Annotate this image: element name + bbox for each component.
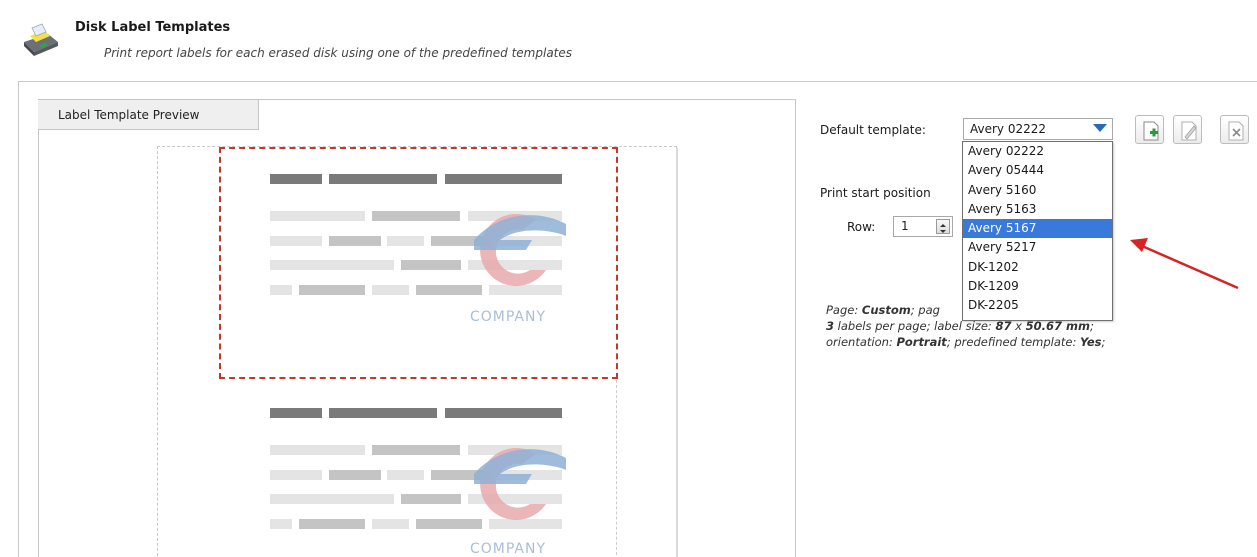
- label-line: [270, 494, 394, 504]
- label-line: [372, 445, 460, 455]
- label-line: [416, 285, 482, 295]
- label-line: [270, 470, 322, 480]
- edit-template-icon: [1181, 121, 1197, 141]
- label-line: [329, 408, 437, 418]
- label-line: [270, 519, 292, 529]
- row-stepper[interactable]: 1: [893, 216, 953, 237]
- default-template-select[interactable]: Avery 02222: [963, 118, 1113, 140]
- label-line: [489, 519, 562, 529]
- default-template-label: Default template:: [820, 123, 926, 137]
- label-line: [372, 519, 409, 529]
- label-line: [387, 470, 424, 480]
- chevron-down-icon[interactable]: [1093, 124, 1107, 132]
- tab-label-template-preview[interactable]: Label Template Preview: [38, 100, 259, 130]
- label-line: [270, 236, 322, 246]
- dropdown-option[interactable]: Avery 5160: [963, 181, 1112, 200]
- section-subtitle: Print report labels for each erased disk…: [104, 46, 573, 60]
- column-guide: [616, 380, 617, 557]
- template-dropdown-list[interactable]: Avery 02222 Avery 05444 Avery 5160 Avery…: [962, 141, 1113, 321]
- label-line: [445, 174, 562, 184]
- print-start-position-label: Print start position: [820, 186, 931, 200]
- label-line: [372, 211, 460, 221]
- default-template-value: Avery 02222: [970, 122, 1047, 136]
- label-line: [270, 211, 365, 221]
- label-line: [270, 445, 365, 455]
- label-line: [329, 470, 381, 480]
- row-label: Row:: [847, 220, 876, 234]
- dropdown-option[interactable]: Avery 5217: [963, 238, 1112, 257]
- add-template-button[interactable]: [1135, 115, 1164, 144]
- add-template-icon: [1143, 121, 1159, 141]
- dropdown-option[interactable]: Avery 05444: [963, 161, 1112, 180]
- logo-text: COMPANY: [470, 541, 547, 557]
- dropdown-option[interactable]: DK-2205: [963, 296, 1112, 315]
- row-value: 1: [901, 219, 909, 233]
- sheet-shadow: [676, 148, 678, 557]
- label-line: [329, 174, 437, 184]
- label-line: [401, 260, 461, 270]
- logo-text: COMPANY: [470, 309, 547, 325]
- label-line: [299, 519, 365, 529]
- label-line: [445, 408, 562, 418]
- section-title: Disk Label Templates: [75, 20, 231, 35]
- stepper-arrows-icon[interactable]: [936, 219, 950, 234]
- label-line: [270, 285, 292, 295]
- annotation-arrow-icon: [1130, 238, 1239, 290]
- company-logo-icon: [466, 440, 566, 520]
- dropdown-option[interactable]: DK-1202: [963, 258, 1112, 277]
- dropdown-option[interactable]: Avery 02222: [963, 142, 1112, 161]
- dropdown-option-highlighted[interactable]: Avery 5167: [963, 219, 1112, 239]
- label-line: [387, 236, 424, 246]
- label-line: [270, 174, 322, 184]
- label-line: [329, 236, 381, 246]
- label-line: [372, 285, 409, 295]
- printer-icon: [18, 20, 60, 60]
- label-line: [270, 260, 394, 270]
- dropdown-option[interactable]: DK-1209: [963, 277, 1112, 296]
- label-line: [416, 519, 482, 529]
- delete-template-icon: [1228, 121, 1244, 141]
- company-logo-icon: [466, 206, 566, 286]
- delete-template-button[interactable]: [1220, 115, 1249, 144]
- label-line: [270, 408, 322, 418]
- label-line: [489, 285, 562, 295]
- label-line: [401, 494, 461, 504]
- label-line: [299, 285, 365, 295]
- edit-template-button[interactable]: [1173, 115, 1202, 144]
- dropdown-option[interactable]: Avery 5163: [963, 200, 1112, 219]
